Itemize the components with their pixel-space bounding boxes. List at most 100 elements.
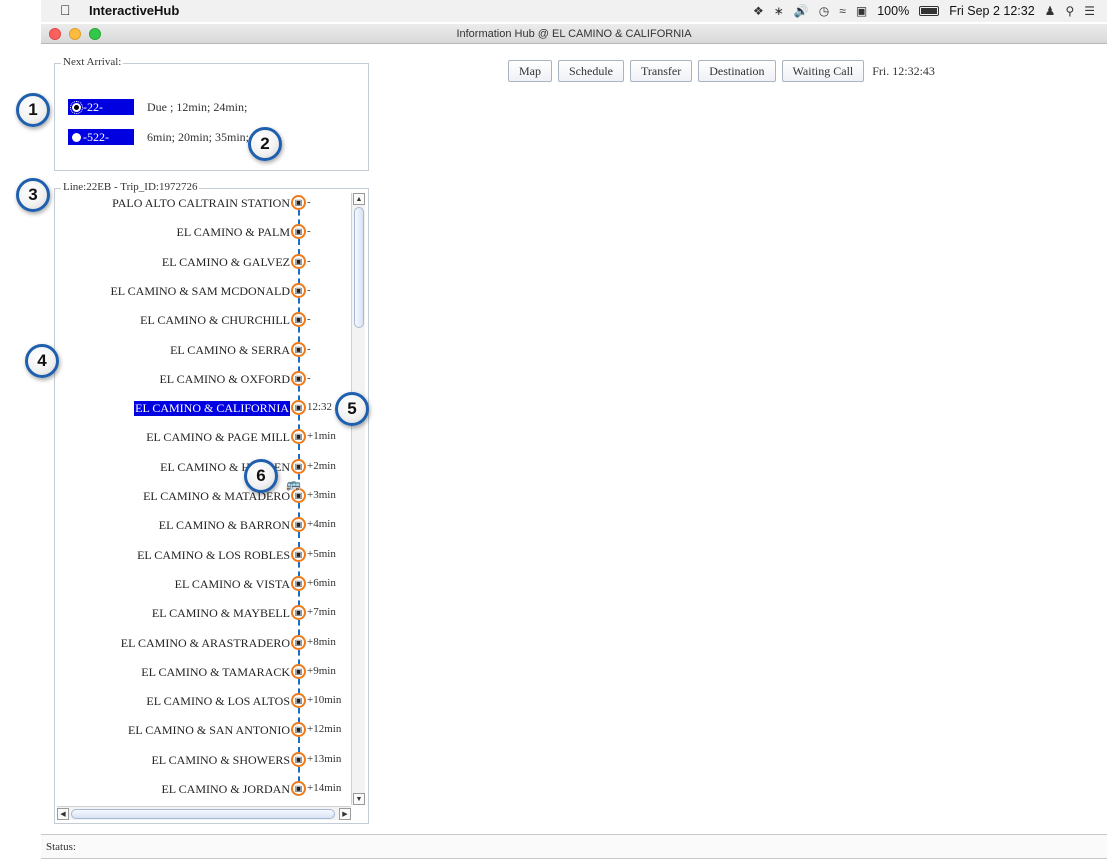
- stop-row[interactable]: EL CAMINO & SHOWERS ▣ +13min: [57, 750, 349, 770]
- close-window-button[interactable]: [49, 28, 61, 40]
- stop-row[interactable]: EL CAMINO & CALIFORNIA ▣ 12:32: [57, 398, 349, 418]
- stop-time: -: [307, 254, 311, 267]
- waiting-call-button[interactable]: Waiting Call: [781, 60, 865, 82]
- menu-bar:  InteractiveHub ❖ ∗ 🔊 ◷ ≈ ▣ 100% Fri Se…: [41, 0, 1107, 22]
- next-arrival-panel: Next Arrival: -22- Due ; 12min; 24min; -…: [54, 56, 369, 171]
- window-title-bar: Information Hub @ EL CAMINO & CALIFORNIA: [41, 24, 1107, 44]
- stop-name: EL CAMINO & SHOWERS: [151, 752, 290, 767]
- app-name-menu[interactable]: InteractiveHub: [89, 3, 179, 18]
- stop-time: -: [307, 371, 311, 384]
- stop-row[interactable]: EL CAMINO & SAM MCDONALD ▣ -: [57, 281, 349, 301]
- stop-name: EL CAMINO & LOS ROBLES: [137, 547, 290, 562]
- stop-name: EL CAMINO & CHURCHILL: [140, 313, 290, 328]
- zoom-window-button[interactable]: [89, 28, 101, 40]
- stop-row[interactable]: EL CAMINO & PAGE MILL ▣ +1min: [57, 427, 349, 447]
- scroll-right-icon[interactable]: ▶: [339, 808, 351, 820]
- stop-time: +10min: [307, 694, 342, 707]
- status-bar: Status:: [41, 834, 1107, 859]
- stop-name: EL CAMINO & PAGE MILL: [146, 430, 290, 445]
- app-window: Next Arrival: -22- Due ; 12min; 24min; -…: [16, 45, 1107, 862]
- destination-button[interactable]: Destination: [698, 60, 776, 82]
- arrival-row[interactable]: -22- Due ; 12min; 24min;: [68, 99, 247, 115]
- window-title: Information Hub @ EL CAMINO & CALIFORNIA: [456, 28, 692, 40]
- app-indicator-icon[interactable]: ▣: [856, 4, 867, 18]
- route-label: -22-: [83, 99, 103, 114]
- transfer-button[interactable]: Transfer: [630, 60, 693, 82]
- route-label: -522-: [83, 129, 109, 144]
- stop-time: +6min: [307, 576, 336, 589]
- stop-name: EL CAMINO & SAM MCDONALD: [110, 283, 290, 298]
- minimize-window-button[interactable]: [69, 28, 81, 40]
- scroll-up-icon[interactable]: ▲: [353, 193, 365, 205]
- stop-row[interactable]: EL CAMINO & VISTA ▣ +6min: [57, 574, 349, 594]
- stop-name: PALO ALTO CALTRAIN STATION: [112, 196, 290, 210]
- spotlight-icon[interactable]: ⚲: [1065, 4, 1074, 18]
- map-button[interactable]: Map: [508, 60, 552, 82]
- stop-time: +7min: [307, 606, 336, 619]
- bus-stop-icon: ▣: [291, 282, 306, 298]
- bus-stop-icon: ▣: [291, 312, 306, 328]
- bus-stop-icon: ▣: [291, 253, 306, 269]
- scroll-down-icon[interactable]: ▼: [353, 793, 365, 805]
- stop-row[interactable]: EL CAMINO & PALM ▣ -: [57, 222, 349, 242]
- bus-stop-icon: ▣: [291, 429, 306, 445]
- battery-percent[interactable]: 100%: [877, 4, 909, 18]
- stop-row[interactable]: EL CAMINO & TAMARACK ▣ +9min: [57, 662, 349, 682]
- notification-center-icon[interactable]: ☰: [1084, 4, 1095, 18]
- callout-badge: 5: [335, 392, 369, 426]
- schedule-button[interactable]: Schedule: [558, 60, 624, 82]
- stop-row[interactable]: EL CAMINO & LOS ALTOS ▣ +10min: [57, 691, 349, 711]
- stop-time: +12min: [307, 723, 342, 736]
- stop-row[interactable]: EL CAMINO & MAYBELL ▣ +7min: [57, 603, 349, 623]
- stop-row[interactable]: EL CAMINO & ARASTRADERO ▣ +8min: [57, 633, 349, 653]
- user-icon[interactable]: ♟: [1045, 4, 1056, 18]
- stop-name: EL CAMINO & MAYBELL: [151, 606, 290, 621]
- horizontal-scroll-thumb[interactable]: [71, 809, 335, 819]
- stop-row[interactable]: EL CAMINO & BARRON ▣ +4min: [57, 515, 349, 535]
- trip-label: Line:22EB - Trip_ID:1972726: [61, 181, 200, 193]
- stop-row[interactable]: EL CAMINO & JORDAN ▣ +14min: [57, 779, 349, 799]
- route-522-option[interactable]: -522-: [68, 129, 134, 145]
- stop-row[interactable]: EL CAMINO & GALVEZ ▣ -: [57, 252, 349, 272]
- stop-list[interactable]: PALO ALTO CALTRAIN STATION ▣ - EL CAMINO & …: [57, 193, 349, 805]
- stop-time: -: [307, 313, 311, 326]
- callout-badge: 4: [25, 344, 59, 378]
- stop-row[interactable]: EL CAMINO & CHURCHILL ▣ -: [57, 310, 349, 330]
- stop-time: +3min: [307, 489, 336, 501]
- stop-row[interactable]: EL CAMINO & SERRA ▣ -: [57, 340, 349, 360]
- bus-stop-icon: ▣: [291, 341, 306, 357]
- arrival-row[interactable]: -522- 6min; 20min; 35min;: [68, 129, 249, 145]
- wifi-icon[interactable]: ≈: [839, 4, 846, 18]
- volume-icon[interactable]: 🔊: [794, 4, 809, 18]
- stop-row[interactable]: EL CAMINO & OXFORD ▣ -: [57, 369, 349, 389]
- vertical-scrollbar[interactable]: ▲ ▼: [351, 193, 365, 805]
- battery-icon[interactable]: [919, 6, 940, 16]
- bus-stop-icon: ▣: [291, 751, 306, 767]
- stop-row[interactable]: EL CAMINO & SAN ANTONIO ▣ +12min: [57, 720, 349, 740]
- arrival-times: Due ; 12min; 24min;: [147, 99, 248, 114]
- stop-time: +1min: [307, 430, 336, 443]
- stop-time: -: [307, 283, 311, 296]
- scroll-left-icon[interactable]: ◀: [57, 808, 69, 820]
- stop-row[interactable]: EL CAMINO & MATADERO ▣ +3min: [57, 486, 349, 506]
- stop-name: EL CAMINO & ARASTRADERO: [120, 635, 290, 650]
- radio-unselected-icon[interactable]: [72, 132, 81, 142]
- stop-name: EL CAMINO & CALIFORNIA: [134, 401, 290, 417]
- stop-row[interactable]: EL CAMINO & LOS ROBLES ▣ +5min: [57, 545, 349, 565]
- radio-selected-icon[interactable]: [70, 100, 83, 114]
- stop-name: EL CAMINO & OXFORD: [159, 371, 290, 386]
- bus-stop-icon: ▣: [291, 663, 306, 679]
- horizontal-scrollbar[interactable]: ◀ ▶: [57, 806, 351, 820]
- route-22-option[interactable]: -22-: [68, 99, 134, 115]
- apple-menu-icon[interactable]: : [60, 2, 71, 18]
- stop-name: EL CAMINO & BARRON: [158, 518, 290, 533]
- stop-row[interactable]: PALO ALTO CALTRAIN STATION ▣ -: [57, 193, 349, 213]
- menubar-clock[interactable]: Fri Sep 2 12:32: [949, 4, 1034, 18]
- stop-name: EL CAMINO & SERRA: [170, 342, 290, 357]
- bluetooth-icon[interactable]: ∗: [774, 4, 784, 18]
- stop-row[interactable]: EL CAMINO & HANSEN ▣ +2min: [57, 457, 349, 477]
- vertical-scroll-thumb[interactable]: [354, 207, 364, 328]
- dropbox-icon[interactable]: ❖: [753, 4, 764, 18]
- bus-stop-icon: ▣: [291, 400, 306, 416]
- time-machine-icon[interactable]: ◷: [819, 4, 829, 18]
